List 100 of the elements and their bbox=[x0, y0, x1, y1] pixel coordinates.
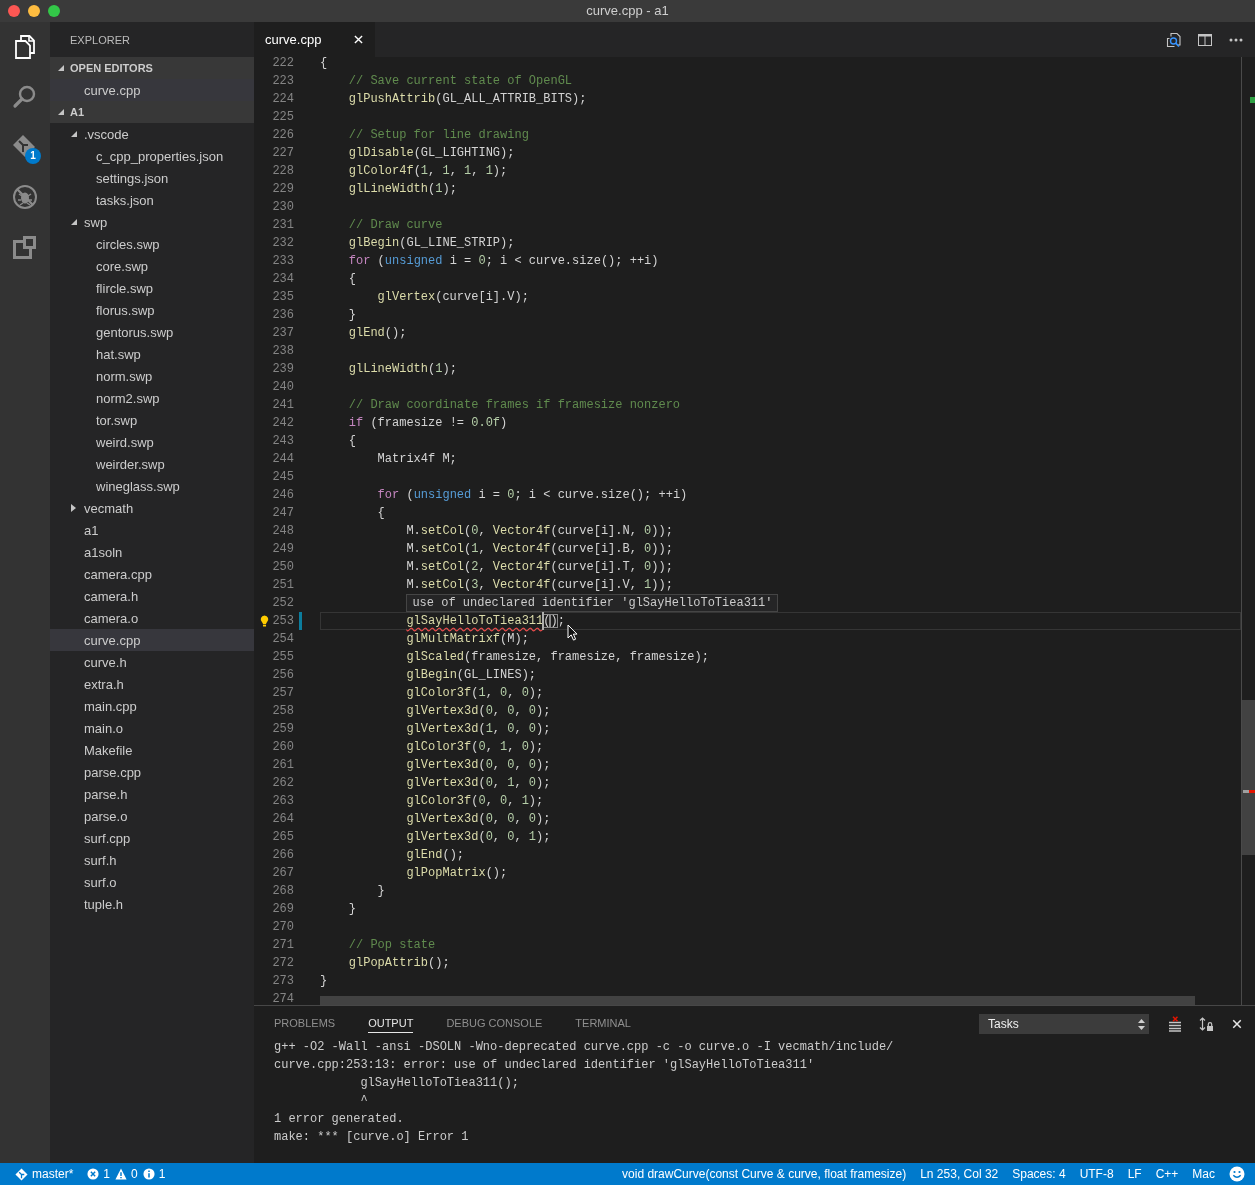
panel-tab[interactable]: DEBUG CONSOLE bbox=[446, 1015, 543, 1033]
section-header[interactable]: A1 bbox=[50, 101, 254, 123]
line-ending-status[interactable]: LF bbox=[1127, 1167, 1142, 1181]
line-number: 251 bbox=[272, 578, 294, 592]
editor-tab[interactable]: curve.cpp bbox=[254, 22, 375, 57]
line-number: 266 bbox=[272, 848, 294, 862]
twistie-down-icon[interactable] bbox=[71, 131, 77, 137]
tree-item[interactable]: curve.cpp bbox=[50, 79, 254, 101]
code-line: { bbox=[320, 57, 328, 70]
tree-item[interactable]: camera.h bbox=[50, 585, 254, 607]
document-search-icon[interactable] bbox=[1165, 31, 1182, 48]
tree-item[interactable]: core.swp bbox=[50, 255, 254, 277]
tree-item[interactable]: surf.o bbox=[50, 871, 254, 893]
info-count[interactable]: 1 bbox=[142, 1167, 166, 1181]
code-line: { bbox=[348, 434, 356, 448]
tree-item[interactable]: wineglass.swp bbox=[50, 475, 254, 497]
tree-item[interactable]: parse.h bbox=[50, 783, 254, 805]
close-icon[interactable] bbox=[354, 35, 363, 44]
output-line: make: *** [curve.o] Error 1 bbox=[274, 1130, 469, 1144]
twistie-right-icon[interactable] bbox=[71, 504, 76, 512]
window-minimize-icon[interactable] bbox=[28, 5, 40, 17]
tree-item[interactable]: hat.swp bbox=[50, 343, 254, 365]
code-line: glVertex3d(0, 0, 1); bbox=[406, 830, 551, 844]
twistie-down-icon[interactable] bbox=[71, 219, 77, 225]
section-header[interactable]: OPEN EDITORS bbox=[50, 57, 254, 79]
tree-item[interactable]: camera.cpp bbox=[50, 563, 254, 585]
branch-status[interactable]: master* bbox=[15, 1167, 74, 1181]
code-line: M.setCol(1, Vector4f(curve[i].B, 0)); bbox=[406, 542, 673, 556]
twistie-down-icon[interactable] bbox=[58, 109, 64, 115]
window-zoom-icon[interactable] bbox=[48, 5, 60, 17]
split-columns-icon[interactable] bbox=[1196, 31, 1213, 48]
code-line: // Save current state of OpenGL bbox=[348, 74, 573, 88]
tree-item[interactable]: vecmath bbox=[50, 497, 254, 519]
tree-item[interactable]: Makefile bbox=[50, 739, 254, 761]
tree-item[interactable]: extra.h bbox=[50, 673, 254, 695]
tree-item[interactable]: main.cpp bbox=[50, 695, 254, 717]
indentation-status[interactable]: Spaces: 4 bbox=[1012, 1167, 1066, 1181]
line-number: 269 bbox=[272, 902, 294, 916]
twistie-down-icon[interactable] bbox=[58, 65, 64, 71]
encoding-status[interactable]: UTF-8 bbox=[1079, 1167, 1114, 1181]
panel-tab[interactable]: PROBLEMS bbox=[274, 1015, 336, 1033]
vertical-scrollbar-thumb[interactable] bbox=[1242, 700, 1255, 855]
code-line: glDisable(GL_LIGHTING); bbox=[348, 146, 515, 160]
code-line: { bbox=[348, 272, 356, 286]
function-context[interactable]: void drawCurve(const Curve & curve, float framesize) bbox=[622, 1167, 907, 1181]
task-select[interactable]: Tasks bbox=[979, 1014, 1149, 1034]
keymap-status[interactable]: Mac bbox=[1192, 1167, 1215, 1181]
squares-icon[interactable] bbox=[11, 233, 39, 261]
tree-item[interactable]: weirder.swp bbox=[50, 453, 254, 475]
tree-item[interactable]: a1soln bbox=[50, 541, 254, 563]
tree-item[interactable]: circles.swp bbox=[50, 233, 254, 255]
tree-item[interactable]: surf.cpp bbox=[50, 827, 254, 849]
tree-item[interactable]: curve.h bbox=[50, 651, 254, 673]
tree-item[interactable]: settings.json bbox=[50, 167, 254, 189]
line-number: 264 bbox=[272, 812, 294, 826]
tree-item[interactable]: camera.o bbox=[50, 607, 254, 629]
tree-item[interactable]: weird.swp bbox=[50, 431, 254, 453]
tree-item[interactable]: florus.swp bbox=[50, 299, 254, 321]
cursor-position[interactable]: Ln 253, Col 32 bbox=[920, 1167, 999, 1181]
line-number: 223 bbox=[272, 74, 294, 88]
tree-item[interactable]: gentorus.swp bbox=[50, 321, 254, 343]
tree-item[interactable]: main.o bbox=[50, 717, 254, 739]
tree-item[interactable]: tuple.h bbox=[50, 893, 254, 915]
tree-item[interactable]: parse.o bbox=[50, 805, 254, 827]
code-line: glBegin(GL_LINES); bbox=[406, 668, 537, 682]
code-line: } bbox=[377, 884, 385, 898]
tree-item[interactable]: flircle.swp bbox=[50, 277, 254, 299]
lightbulb-icon[interactable] bbox=[260, 615, 269, 627]
crossed-bug-icon[interactable] bbox=[11, 183, 39, 211]
line-number: 273 bbox=[272, 974, 294, 988]
warning-count[interactable]: 0 bbox=[115, 1167, 138, 1181]
tree-item[interactable]: surf.h bbox=[50, 849, 254, 871]
arrows-lock-icon[interactable] bbox=[1197, 1016, 1214, 1032]
clear-list-icon[interactable] bbox=[1166, 1016, 1183, 1032]
tree-item[interactable]: tasks.json bbox=[50, 189, 254, 211]
line-number: 258 bbox=[272, 704, 294, 718]
tree-item[interactable]: c_cpp_properties.json bbox=[50, 145, 254, 167]
code-line: if (framesize != 0.0f) bbox=[348, 416, 508, 430]
code-line: glColor3f(1, 0, 0); bbox=[406, 686, 544, 700]
tree-item[interactable]: norm2.swp bbox=[50, 387, 254, 409]
line-number: 246 bbox=[272, 488, 294, 502]
tree-item[interactable]: swp bbox=[50, 211, 254, 233]
tree-item[interactable]: tor.swp bbox=[50, 409, 254, 431]
language-status[interactable]: C++ bbox=[1155, 1167, 1179, 1181]
panel-tab[interactable]: TERMINAL bbox=[575, 1015, 631, 1033]
line-number: 235 bbox=[272, 290, 294, 304]
output-line: 1 error generated. bbox=[274, 1112, 404, 1126]
tree-item[interactable]: parse.cpp bbox=[50, 761, 254, 783]
window-close-icon[interactable] bbox=[8, 5, 20, 17]
line-number: 250 bbox=[272, 560, 294, 574]
line-number: 263 bbox=[272, 794, 294, 808]
horizontal-scrollbar-thumb[interactable] bbox=[320, 996, 1195, 1005]
tree-item[interactable]: a1 bbox=[50, 519, 254, 541]
error-count[interactable]: 1 bbox=[87, 1167, 111, 1181]
panel-tab[interactable]: OUTPUT bbox=[368, 1015, 414, 1033]
close-icon[interactable] bbox=[1230, 1018, 1243, 1030]
tree-item[interactable]: norm.swp bbox=[50, 365, 254, 387]
tree-item[interactable]: .vscode bbox=[50, 123, 254, 145]
smiley-icon[interactable] bbox=[1229, 1166, 1245, 1182]
tree-item[interactable]: curve.cpp bbox=[50, 629, 254, 651]
